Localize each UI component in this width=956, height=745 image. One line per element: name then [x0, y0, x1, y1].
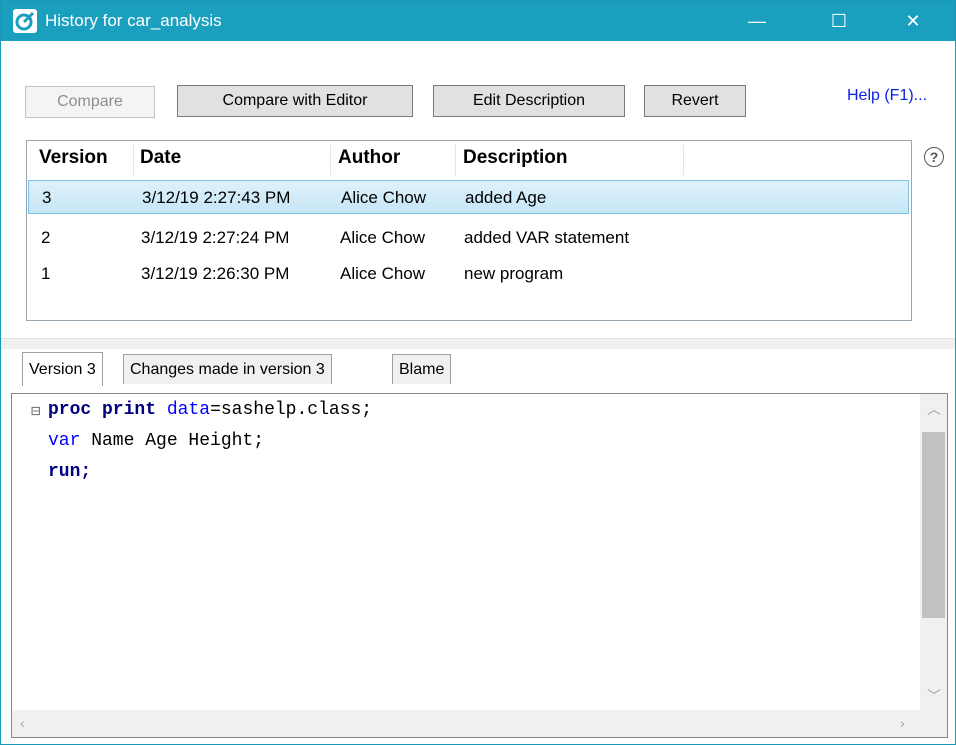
row-author: Alice Chow [340, 228, 426, 247]
row-author: Alice Chow [340, 264, 426, 283]
row-description: added Age [465, 188, 547, 207]
tab-changes-made[interactable]: Changes made in version 3 [123, 354, 332, 384]
table-row[interactable]: 2 3/12/19 2:27:24 PM Alice Chow added VA… [28, 221, 909, 255]
maximize-button[interactable]: ☐ [816, 1, 862, 41]
row-author: Alice Chow [341, 188, 427, 207]
column-divider [330, 145, 331, 175]
scroll-up-icon[interactable]: ︿ [927, 399, 941, 419]
column-header-description[interactable]: Description [463, 147, 568, 169]
revert-button[interactable]: Revert [644, 85, 746, 117]
title-bar[interactable]: History for car_analysis — ☐ ✕ [1, 1, 955, 41]
vertical-scrollbar[interactable]: ︿ ﹀ [920, 394, 947, 710]
row-version: 1 [41, 264, 51, 283]
minimize-button[interactable]: — [734, 1, 780, 41]
history-table: Version Date Author Description 3 3/12/1… [26, 140, 912, 321]
table-row[interactable]: 3 3/12/19 2:27:43 PM Alice Chow added Ag… [28, 180, 909, 214]
code-line-2: var Name Age Height; [48, 431, 264, 451]
code-line-1: proc print data=sashelp.class; [48, 400, 372, 420]
splitter[interactable] [1, 338, 955, 349]
horizontal-scrollbar[interactable]: ‹ › [12, 710, 920, 737]
scroll-left-icon[interactable]: ‹ [20, 715, 25, 731]
row-date: 3/12/19 2:27:43 PM [142, 188, 291, 207]
code-text: Name Age Height; [80, 431, 265, 451]
code-keyword: proc print [48, 400, 157, 420]
history-window: History for car_analysis — ☐ ✕ Compare C… [0, 0, 956, 745]
close-icon: ✕ [905, 10, 921, 31]
code-keyword: run; [48, 462, 92, 482]
tab-version-3[interactable]: Version 3 [22, 352, 103, 386]
row-description: added VAR statement [464, 228, 630, 247]
code-editor[interactable]: ⊟ proc print data=sashelp.class; var Nam… [11, 393, 948, 738]
scroll-down-icon[interactable]: ﹀ [927, 686, 941, 706]
row-description: new program [464, 264, 564, 283]
table-row[interactable]: 1 3/12/19 2:26:30 PM Alice Chow new prog… [28, 257, 909, 291]
compare-button[interactable]: Compare [25, 86, 155, 118]
close-button[interactable]: ✕ [890, 1, 936, 41]
row-date: 3/12/19 2:27:24 PM [141, 228, 290, 247]
row-version: 2 [41, 228, 51, 247]
help-icon[interactable]: ? [924, 147, 944, 167]
maximize-icon: ☐ [830, 10, 848, 31]
collapse-icon[interactable]: ⊟ [31, 401, 41, 421]
column-divider [683, 145, 684, 175]
compare-with-editor-button[interactable]: Compare with Editor [177, 85, 413, 117]
column-divider [455, 145, 456, 175]
code-option: data [166, 400, 211, 420]
column-divider [133, 145, 134, 175]
row-version: 3 [42, 188, 52, 207]
code-text: =sashelp.class; [210, 400, 373, 420]
edit-description-button[interactable]: Edit Description [433, 85, 625, 117]
app-icon [13, 9, 37, 33]
scroll-right-icon[interactable]: › [900, 715, 905, 731]
scrollbar-corner [920, 710, 947, 737]
code-line-3: run; [48, 462, 91, 482]
window-title: History for car_analysis [45, 11, 222, 30]
column-header-date[interactable]: Date [140, 147, 181, 169]
row-date: 3/12/19 2:26:30 PM [141, 264, 290, 283]
minimize-icon: — [748, 10, 766, 31]
column-header-author[interactable]: Author [338, 147, 400, 169]
column-header-version[interactable]: Version [39, 147, 108, 169]
scrollbar-thumb[interactable] [922, 432, 945, 618]
tab-blame[interactable]: Blame [392, 354, 452, 384]
code-option: var [48, 431, 81, 451]
help-link[interactable]: Help (F1)... [847, 87, 927, 105]
